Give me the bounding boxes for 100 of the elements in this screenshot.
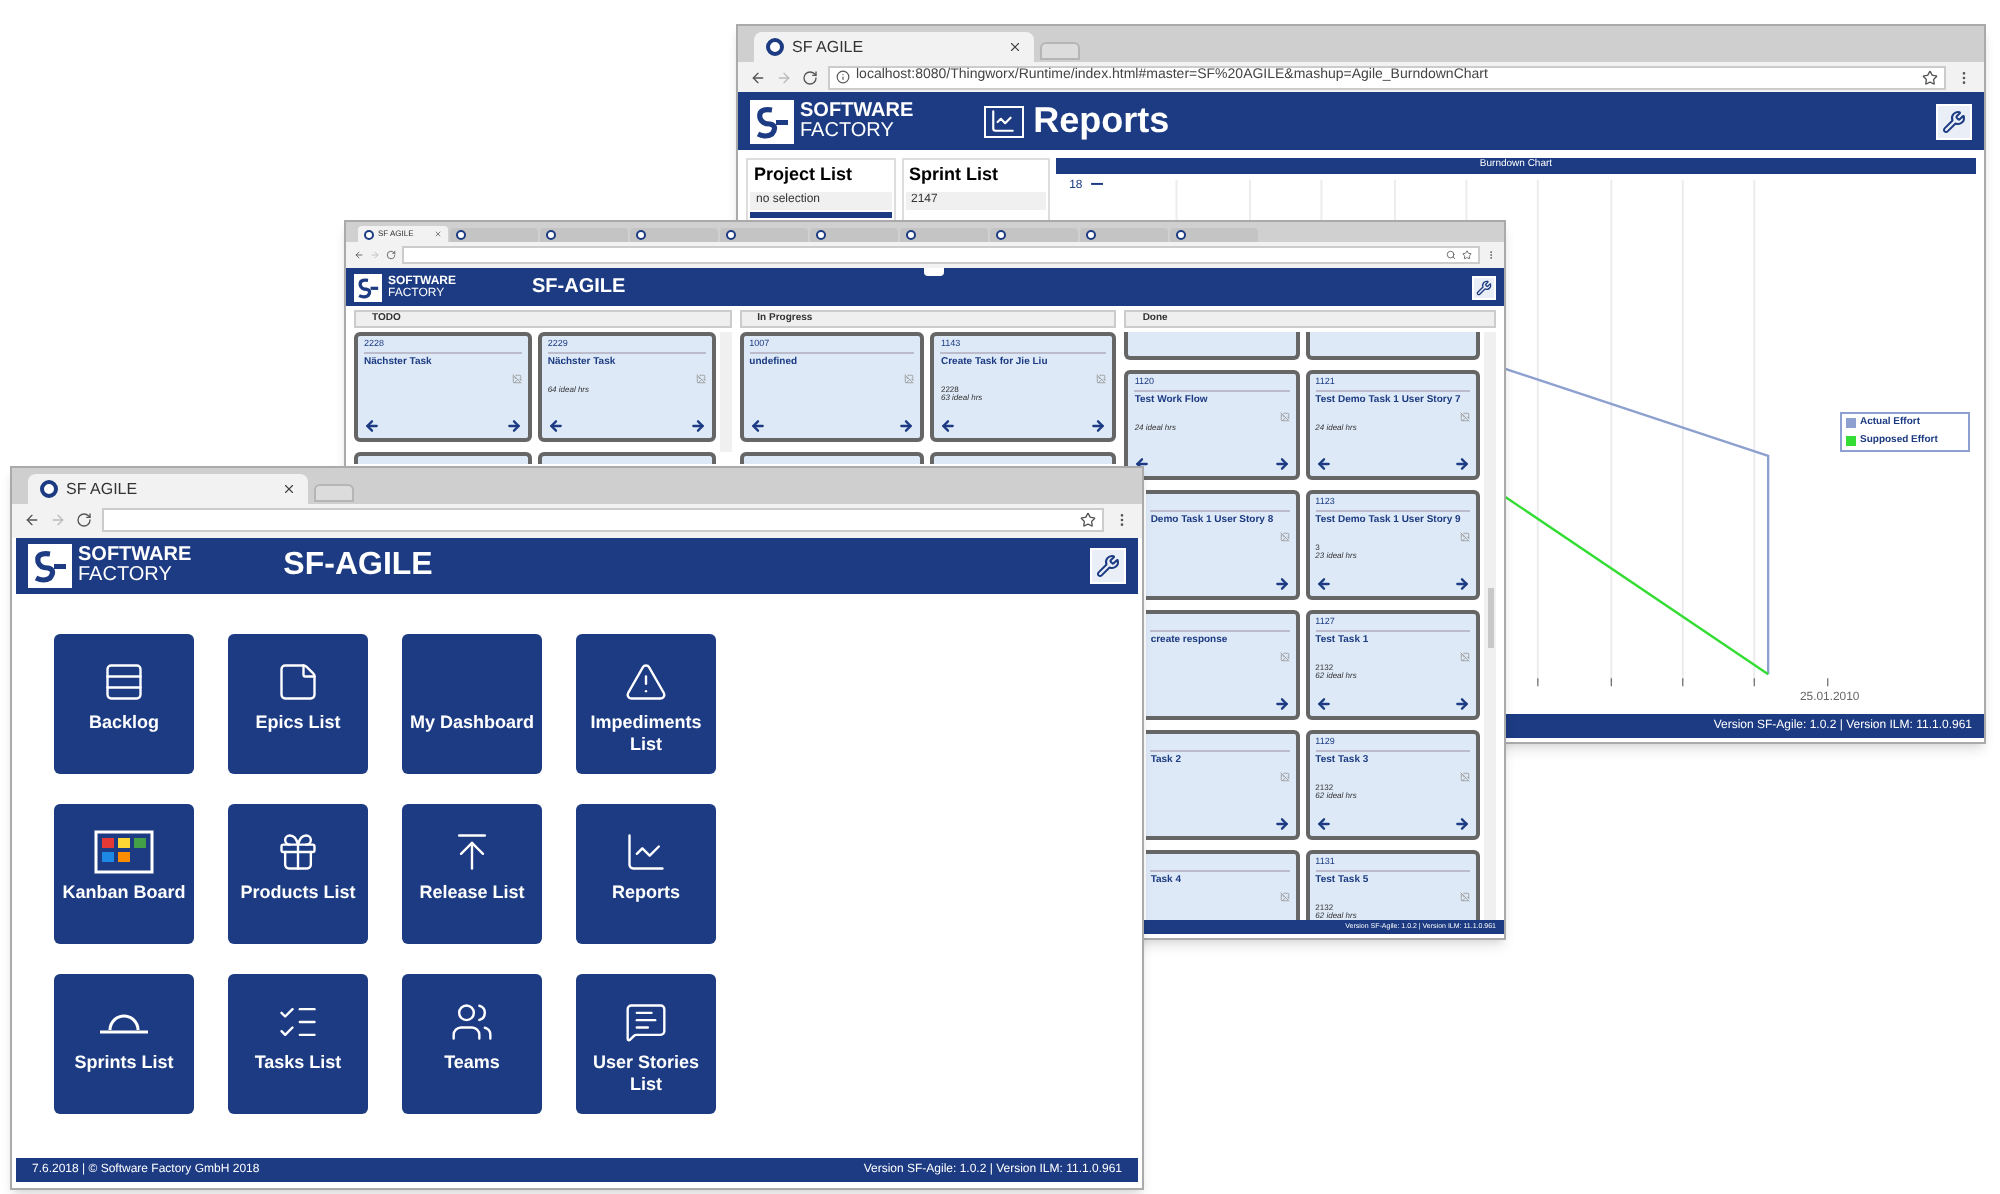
- favicon-icon: [456, 230, 466, 240]
- scrollbar[interactable]: [719, 332, 732, 452]
- list-icon: [102, 660, 146, 704]
- browser-tab[interactable]: [1170, 228, 1258, 242]
- broken-image-icon: [1279, 891, 1290, 902]
- gift-icon: [276, 830, 320, 874]
- browser-tab[interactable]: [540, 228, 628, 242]
- back-icon[interactable]: [750, 69, 766, 85]
- move-left-icon[interactable]: [1315, 696, 1332, 712]
- move-right-icon[interactable]: [1454, 576, 1470, 592]
- task-card[interactable]: [354, 452, 532, 464]
- menu-tile[interactable]: User Stories List: [576, 974, 716, 1114]
- move-left-icon[interactable]: [1315, 456, 1332, 472]
- task-card[interactable]: [739, 452, 925, 464]
- bookmark-star-icon[interactable]: [1462, 250, 1472, 260]
- reload-icon[interactable]: [802, 69, 818, 85]
- favicon-icon: [546, 230, 556, 240]
- broken-image-icon: [904, 373, 915, 384]
- move-right-icon[interactable]: [689, 418, 706, 434]
- favicon-icon: [1086, 230, 1096, 240]
- collapse-button[interactable]: [924, 268, 944, 276]
- menu-tile[interactable]: Backlog: [54, 634, 194, 774]
- note-icon: [276, 660, 320, 704]
- browser-tab[interactable]: [720, 228, 808, 242]
- menu-tile[interactable]: My Dashboard: [402, 634, 542, 774]
- reload-icon[interactable]: [76, 511, 92, 527]
- broken-image-icon: [1279, 651, 1290, 662]
- reload-icon[interactable]: [386, 250, 396, 260]
- chart-icon: [624, 830, 668, 874]
- tools-icon[interactable]: [1936, 103, 1972, 139]
- browser-tab[interactable]: [990, 228, 1078, 242]
- move-left-icon[interactable]: [1315, 576, 1332, 592]
- move-right-icon[interactable]: [1273, 576, 1290, 592]
- broken-image-icon: [1279, 771, 1290, 782]
- speech-bubble-icon: [624, 1000, 668, 1044]
- menu-tile[interactable]: Products List: [228, 804, 368, 944]
- bookmark-star-icon[interactable]: [1922, 69, 1938, 85]
- move-right-icon[interactable]: [1454, 816, 1470, 832]
- move-right-icon[interactable]: [1454, 696, 1470, 712]
- info-icon[interactable]: [836, 70, 850, 84]
- tools-icon[interactable]: [1090, 548, 1126, 584]
- favicon-icon: [40, 480, 58, 498]
- favicon-icon: [766, 38, 784, 56]
- menu-tile[interactable]: Release List: [402, 804, 542, 944]
- address-field[interactable]: [402, 246, 1480, 264]
- move-left-icon[interactable]: [364, 418, 380, 434]
- move-left-icon[interactable]: [749, 418, 766, 434]
- close-icon[interactable]: [282, 482, 296, 496]
- back-icon[interactable]: [24, 511, 40, 527]
- favicon-icon: [1176, 230, 1186, 240]
- move-right-icon[interactable]: [505, 418, 522, 434]
- menu-tile[interactable]: Reports: [576, 804, 716, 944]
- people-icon: [450, 1000, 494, 1044]
- panel-title: Sprint List: [907, 161, 1000, 188]
- move-left-icon[interactable]: [1315, 816, 1332, 832]
- broken-image-icon: [1279, 531, 1290, 542]
- broken-image-icon: [1460, 771, 1470, 782]
- broken-image-icon: [1460, 651, 1470, 662]
- browser-tab[interactable]: [1080, 228, 1168, 242]
- broken-image-icon: [1460, 531, 1470, 542]
- scrollbar[interactable]: [1484, 332, 1496, 920]
- browser-tab[interactable]: SF AGILE: [754, 32, 1034, 62]
- page-title: SF-AGILE: [283, 546, 433, 586]
- kanban-board-icon: [94, 830, 154, 874]
- address-field[interactable]: [102, 507, 1104, 531]
- close-icon[interactable]: [1008, 40, 1022, 54]
- tools-icon[interactable]: [1472, 275, 1496, 299]
- move-right-icon[interactable]: [1273, 816, 1290, 832]
- broken-image-icon: [695, 373, 706, 384]
- broken-image-icon: [1460, 411, 1470, 422]
- move-left-icon[interactable]: [940, 418, 957, 434]
- broken-image-icon: [1279, 411, 1290, 422]
- task-card[interactable]: [930, 452, 1117, 464]
- menu-tile[interactable]: Sprints List: [54, 974, 194, 1114]
- browser-tab[interactable]: SF AGILE: [28, 474, 308, 504]
- menu-tile[interactable]: Impediments List: [576, 634, 716, 774]
- task-card[interactable]: [1305, 332, 1480, 360]
- menu-tile[interactable]: Kanban Board: [54, 804, 194, 944]
- task-card[interactable]: [1124, 332, 1300, 360]
- browser-tab[interactable]: [900, 228, 988, 242]
- panel-title: Project List: [752, 161, 855, 188]
- move-right-icon[interactable]: [898, 418, 915, 434]
- move-right-icon[interactable]: [1090, 418, 1107, 434]
- back-icon[interactable]: [354, 250, 364, 260]
- browser-tab[interactable]: [450, 228, 538, 242]
- menu-tile[interactable]: Tasks List: [228, 974, 368, 1114]
- move-right-icon[interactable]: [1454, 456, 1470, 472]
- browser-tab[interactable]: [810, 228, 898, 242]
- favicon-icon: [996, 230, 1006, 240]
- move-left-icon[interactable]: [547, 418, 564, 434]
- move-right-icon[interactable]: [1273, 696, 1290, 712]
- browser-tab[interactable]: [630, 228, 718, 242]
- page-title: Reports: [1033, 98, 1170, 144]
- task-card[interactable]: [537, 452, 716, 464]
- bookmark-star-icon[interactable]: [1080, 511, 1096, 527]
- move-right-icon[interactable]: [1273, 456, 1290, 472]
- menu-tile[interactable]: Epics List: [228, 634, 368, 774]
- search-icon[interactable]: [1446, 250, 1456, 260]
- menu-tile[interactable]: Teams: [402, 974, 542, 1114]
- logo: SOFTWARE FACTORY: [28, 544, 192, 588]
